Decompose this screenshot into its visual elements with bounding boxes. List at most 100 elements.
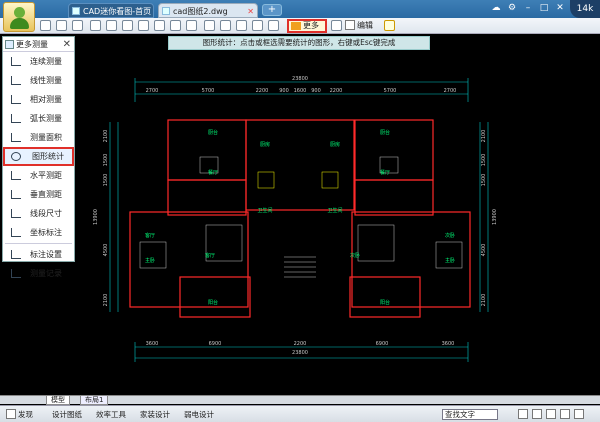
layer-icon[interactable] xyxy=(122,20,133,31)
dim-left: 2100 xyxy=(103,294,109,307)
dim-bottom: 6900 xyxy=(376,341,389,347)
menu-item-segment-size[interactable]: 线段尺寸 xyxy=(3,204,74,223)
dim-left: 4500 xyxy=(103,244,109,257)
menu-item-vertical-distance[interactable]: 垂直测距 xyxy=(3,185,74,204)
pen-icon[interactable] xyxy=(220,20,231,31)
layers-icon[interactable] xyxy=(331,20,342,31)
minimize-icon[interactable]: – xyxy=(522,2,534,14)
menu-item-measure-log[interactable]: 测量记录 xyxy=(3,264,74,283)
arc-measure-icon xyxy=(11,114,21,123)
menu-title: 更多测量 xyxy=(16,40,48,49)
dim-bottom: 6900 xyxy=(209,341,222,347)
zoom-in-icon[interactable] xyxy=(574,409,584,419)
undo-icon[interactable] xyxy=(252,20,263,31)
close-window-icon[interactable]: ✕ xyxy=(554,2,566,14)
room-label: 阳台 xyxy=(208,299,218,306)
ortho-icon[interactable] xyxy=(546,409,556,419)
app-logo[interactable] xyxy=(3,2,35,32)
vip-icon[interactable] xyxy=(384,20,395,31)
status-discover[interactable]: 发现 xyxy=(18,409,33,420)
menu-item-coordinate-label[interactable]: 坐标标注 xyxy=(3,223,74,242)
linear-measure-icon xyxy=(11,76,21,85)
menu-item-arc-measure[interactable]: 弧长测量 xyxy=(3,109,74,128)
coordinate-icon xyxy=(11,228,21,237)
dim-top: 5700 xyxy=(384,88,397,94)
room-label: 厨房 xyxy=(260,141,270,148)
menu-item-relative-measure[interactable]: 相对测量 xyxy=(3,90,74,109)
dim-left-total: 13900 xyxy=(93,209,99,225)
save-icon[interactable] xyxy=(56,20,67,31)
settings-icon[interactable]: ⚙ xyxy=(506,2,518,14)
new-tab-button[interactable]: + xyxy=(262,4,282,16)
dim-top: 2200 xyxy=(256,88,269,94)
home-tab-icon xyxy=(72,7,80,15)
tab-layout1[interactable]: 布局1 xyxy=(80,396,109,405)
dim-left: 1500 xyxy=(103,154,109,167)
edit-button[interactable]: 编辑 xyxy=(345,20,373,31)
horizontal-distance-icon xyxy=(11,171,21,180)
tab-drawing[interactable]: cad图纸2.dwg ✕ xyxy=(158,3,258,18)
menu-item-label: 线性测量 xyxy=(30,76,62,85)
command-hint: 图形统计：点击或框选需要统计的图形，右键或Esc键完成 xyxy=(168,36,430,50)
zoom-extents-icon[interactable] xyxy=(170,20,181,31)
dim-right: 2100 xyxy=(481,130,487,143)
text-icon[interactable] xyxy=(204,20,215,31)
continuous-measure-icon xyxy=(11,57,21,66)
menu-item-continuous-measure[interactable]: 连续测量 xyxy=(3,52,74,71)
status-low-voltage-design[interactable]: 弱电设计 xyxy=(184,409,214,420)
cloud-save-icon[interactable] xyxy=(106,20,117,31)
logo-head xyxy=(14,7,25,18)
ruler-icon xyxy=(291,22,301,30)
dimension-labels: 23800 2700 5700 2200 900 1600 900 2200 5… xyxy=(146,76,457,356)
room-label: 次卧 xyxy=(445,232,455,239)
snap-icon[interactable] xyxy=(532,409,542,419)
status-home-design[interactable]: 家装设计 xyxy=(140,409,170,420)
room-label: 客厅 xyxy=(205,252,215,259)
save-as-icon[interactable] xyxy=(72,20,83,31)
menu-item-linear-measure[interactable]: 线性测量 xyxy=(3,71,74,90)
furniture xyxy=(139,156,463,278)
menu-item-label: 坐标标注 xyxy=(30,228,62,237)
zoom-icon[interactable] xyxy=(138,20,149,31)
dim-right: 1500 xyxy=(481,174,487,187)
menu-item-area-measure[interactable]: 测量面积 xyxy=(3,128,74,147)
room-label: 厨台 xyxy=(208,129,218,136)
open-icon[interactable] xyxy=(40,20,51,31)
eraser-icon[interactable] xyxy=(236,20,247,31)
cloud-icon[interactable]: ☁ xyxy=(490,2,502,14)
grid-icon[interactable] xyxy=(518,409,528,419)
window-controls: ☁ ⚙ – □ ✕ xyxy=(490,2,566,14)
edit-label: 编辑 xyxy=(357,21,373,30)
area-measure-icon xyxy=(11,133,21,142)
shape-count-icon xyxy=(11,152,21,161)
menu-close-icon[interactable]: ✕ xyxy=(63,37,71,52)
tab-home[interactable]: CAD迷你看图-首页 xyxy=(68,3,154,18)
zoom-out-icon[interactable] xyxy=(560,409,570,419)
dim-bottom: 3600 xyxy=(146,341,159,347)
rotate-icon[interactable] xyxy=(186,20,197,31)
room-label: 主卧 xyxy=(445,257,455,264)
dim-top: 2700 xyxy=(146,88,159,94)
menu-item-annotation-settings[interactable]: 标注设置 xyxy=(3,245,74,264)
maximize-icon[interactable]: □ xyxy=(538,2,550,14)
edit-icon xyxy=(345,20,355,30)
zoom-window-icon[interactable] xyxy=(154,20,165,31)
tab-model[interactable]: 模型 xyxy=(46,396,70,405)
cad-canvas[interactable]: 23800 2700 5700 2200 900 1600 900 2200 5… xyxy=(0,52,600,393)
redo-icon[interactable] xyxy=(268,20,279,31)
dim-left: 1500 xyxy=(103,174,109,187)
dim-top: 1600 xyxy=(294,88,307,94)
dim-top: 900 xyxy=(279,88,289,94)
status-efficiency-tools[interactable]: 效率工具 xyxy=(96,409,126,420)
menu-separator xyxy=(5,243,72,244)
close-tab-icon[interactable]: ✕ xyxy=(247,4,254,19)
print-icon[interactable] xyxy=(90,20,101,31)
room-label: 厨台 xyxy=(380,129,390,136)
status-bar: 发现 设计图纸 效率工具 家装设计 弱电设计 查找文字 xyxy=(0,405,600,422)
menu-item-horizontal-distance[interactable]: 水平测距 xyxy=(3,166,74,185)
status-design-drawings[interactable]: 设计图纸 xyxy=(52,409,82,420)
annotation-settings-icon xyxy=(11,250,21,259)
find-text-input[interactable]: 查找文字 xyxy=(442,409,498,420)
more-button[interactable]: 更多 xyxy=(287,19,327,33)
menu-item-shape-count[interactable]: 图形统计 xyxy=(3,147,74,166)
